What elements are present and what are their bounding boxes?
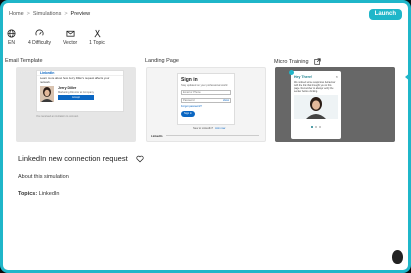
micro-training-preview[interactable]: Hey There! × We noticed some suspicious …	[275, 67, 395, 142]
email-footer: You received an invitation to connect.	[36, 115, 79, 118]
meta-topic: 1 Topic	[89, 29, 105, 46]
training-title: Hey There!	[294, 74, 313, 79]
email-sender-name: Jerry Diller	[58, 86, 77, 90]
signin-title: Sign in	[181, 77, 198, 83]
join-row: New to LinkedIn? Join now	[193, 127, 225, 130]
topics-label: Topics:	[18, 191, 38, 197]
micro-training-heading: Micro Training	[274, 58, 321, 65]
email-sender-job: Marketing Director at Company	[58, 91, 94, 94]
meta-topic-label: 1 Topic	[89, 40, 105, 46]
meta-difficulty: 4 Difficulty	[28, 29, 51, 46]
heart-icon[interactable]	[136, 155, 144, 163]
simulation-title-row: LinkedIn new connection request	[18, 154, 144, 163]
signin-password-field[interactable]: Password show	[181, 98, 231, 103]
training-badge-icon	[289, 70, 294, 75]
email-body: LinkedIn Learn more about how Jerry Dill…	[36, 70, 124, 112]
breadcrumb-simulations[interactable]: Simulations	[33, 11, 61, 17]
signin-password-placeholder: Password	[183, 99, 195, 102]
simulation-title: LinkedIn new connection request	[18, 154, 128, 163]
meta-language: EN	[7, 29, 16, 46]
app-window: Home > Simulations > Preview Launch EN 4…	[0, 0, 411, 273]
breadcrumb-separator: >	[26, 11, 30, 17]
external-link-icon[interactable]	[313, 58, 321, 65]
topics-value[interactable]: LinkedIn	[39, 191, 60, 197]
breadcrumb-home[interactable]: Home	[9, 11, 24, 17]
topic-icon	[94, 29, 101, 38]
landing-page-preview[interactable]: Sign in Stay updated on your professiona…	[146, 67, 266, 142]
linkedin-logo: LinkedIn	[40, 71, 55, 75]
join-now-link[interactable]: Join now	[215, 127, 225, 130]
topics-row: Topics: LinkedIn	[18, 191, 59, 197]
training-body: We noticed some suspicious behaviour wit…	[294, 81, 336, 93]
signin-button[interactable]: Sign in	[181, 111, 195, 117]
email-header-text: Learn more about how Jerry Diller's requ…	[40, 76, 110, 84]
landing-page-heading: Landing Page	[145, 58, 179, 64]
pager-dot[interactable]	[319, 126, 321, 128]
signin-box: Sign in Stay updated on your professiona…	[177, 73, 235, 125]
about-simulation: About this simulation	[18, 174, 69, 180]
pager-dot-active[interactable]	[311, 126, 313, 128]
launch-button[interactable]: Launch	[368, 8, 402, 20]
email-template-heading: Email Template	[5, 58, 43, 64]
training-close-icon[interactable]: ×	[336, 74, 338, 79]
breadcrumb: Home > Simulations > Preview	[9, 11, 90, 17]
help-button[interactable]	[392, 250, 403, 264]
email-template-preview[interactable]: LinkedIn Learn more about how Jerry Dill…	[16, 67, 136, 142]
top-bar: Home > Simulations > Preview Launch	[3, 3, 408, 25]
signin-email-field[interactable]: Email or Phone	[181, 90, 231, 95]
profile-photo-icon	[40, 86, 54, 102]
simulation-meta: EN 4 Difficulty Vector 1 Topic	[7, 29, 105, 46]
globe-icon	[7, 29, 16, 38]
signin-subtitle: Stay updated on your professional world	[181, 84, 228, 87]
new-to-linkedin: New to LinkedIn?	[193, 127, 214, 130]
training-modal: Hey There! × We noticed some suspicious …	[291, 71, 341, 139]
email-accept-button[interactable]: Accept	[58, 95, 94, 100]
side-panel-arrow-icon[interactable]	[405, 72, 411, 82]
footer-linkedin-logo: LinkedIn	[151, 133, 163, 138]
envelope-icon	[66, 30, 75, 37]
gauge-icon	[35, 29, 44, 36]
micro-training-label: Micro Training	[274, 58, 309, 65]
breadcrumb-current: Preview	[70, 11, 91, 17]
meta-vector: Vector	[63, 29, 77, 46]
meta-difficulty-label: 4 Difficulty	[28, 40, 51, 46]
training-pager[interactable]	[294, 126, 338, 128]
footer-links-placeholder	[165, 135, 259, 136]
landing-footer: LinkedIn	[151, 133, 259, 138]
forgot-password-link[interactable]: Forgot password?	[181, 105, 231, 108]
meta-vector-label: Vector	[62, 40, 78, 46]
signin-show-toggle[interactable]: show	[223, 99, 230, 102]
breadcrumb-separator: >	[64, 11, 68, 17]
email-profile: Jerry Diller Marketing Director at Compa…	[37, 85, 123, 103]
meta-language-label: EN	[8, 40, 15, 46]
training-illustration-icon	[294, 95, 338, 119]
pager-dot[interactable]	[315, 126, 317, 128]
